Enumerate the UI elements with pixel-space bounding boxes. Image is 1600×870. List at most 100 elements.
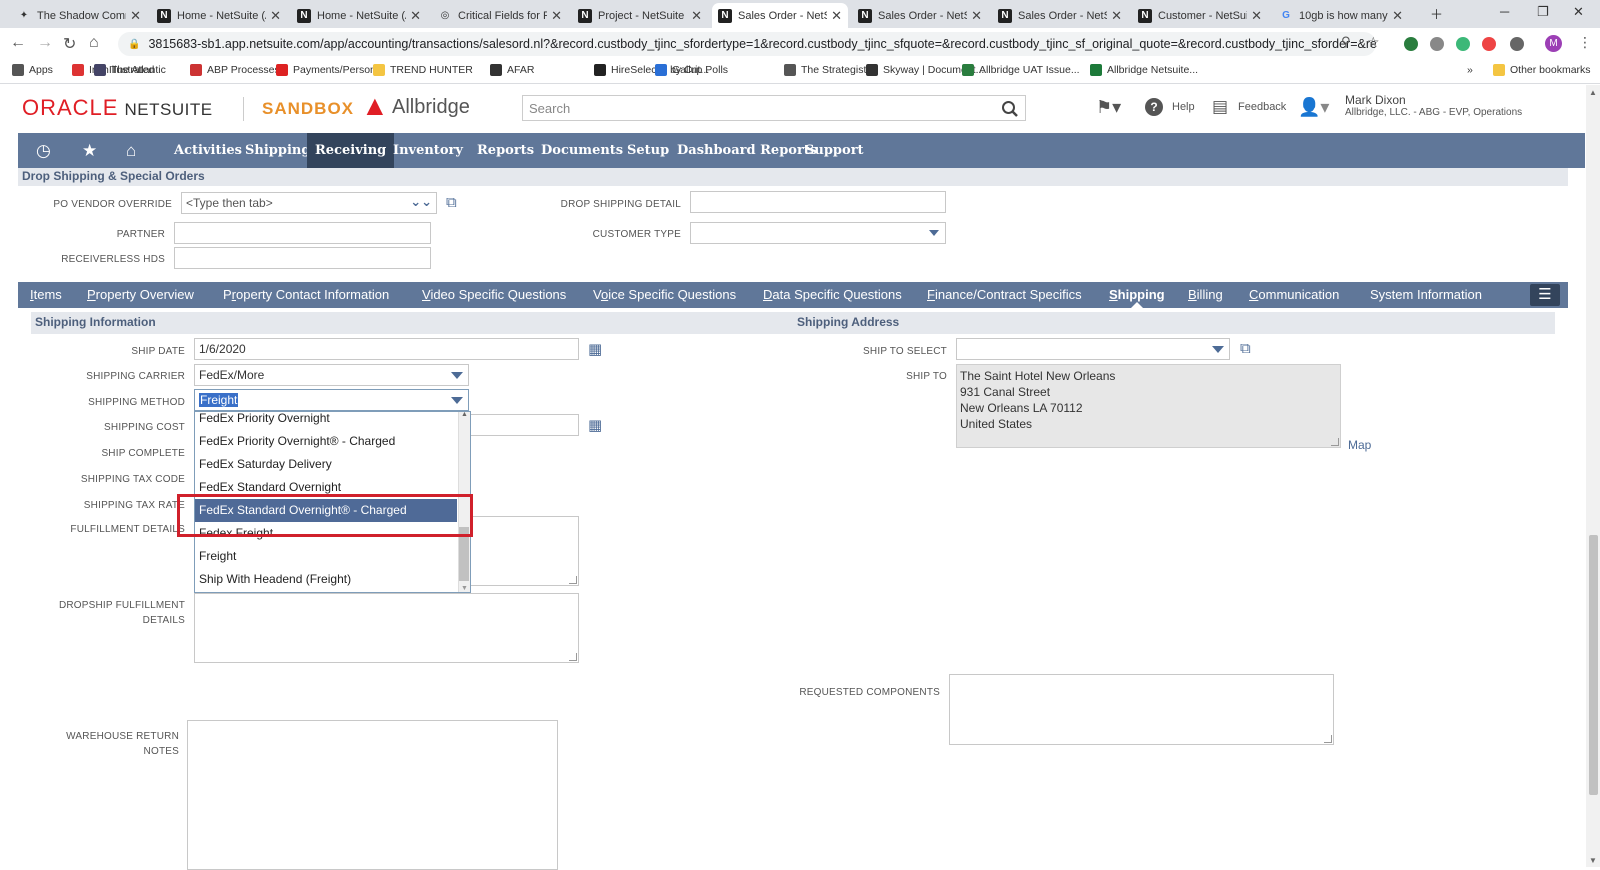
nav-item-inventory[interactable]: Inventory — [385, 133, 471, 168]
bookmark-item[interactable]: Apps — [12, 64, 53, 76]
browser-tab[interactable]: G 10gb is how many ✕ — [1273, 3, 1409, 28]
back-icon[interactable]: ← — [10, 34, 26, 52]
bookmark-star-icon[interactable]: ☆ — [1367, 34, 1380, 51]
po-vendor-override-input[interactable]: <Type then tab> ⌄⌄ — [181, 192, 437, 214]
nav-item-receiving[interactable]: Receiving — [307, 133, 395, 168]
open-link-icon[interactable]: ⧉ — [1240, 340, 1251, 357]
resize-grip-icon[interactable] — [1331, 438, 1339, 446]
tab-video-specific-questions[interactable]: Video Specific Questions — [422, 287, 566, 302]
chevron-down-icon[interactable] — [451, 372, 463, 379]
home-icon[interactable]: ⌂ — [89, 34, 99, 52]
tab-items[interactable]: Items — [30, 287, 62, 302]
extension-icon[interactable] — [1482, 37, 1496, 51]
close-tab-icon[interactable]: ✕ — [130, 8, 141, 24]
warehouse-return-notes-textarea[interactable] — [187, 720, 558, 870]
tab-property-overview[interactable]: Property Overview — [87, 287, 194, 302]
open-link-icon[interactable]: ⧉ — [446, 194, 457, 211]
user-role[interactable]: Allbridge, LLC. - ABG - EVP, Operations — [1345, 107, 1522, 118]
close-tab-icon[interactable]: ✕ — [1251, 8, 1262, 24]
bookmark-item[interactable]: Gallup Polls — [655, 64, 728, 76]
tab-shipping[interactable]: Shipping — [1109, 287, 1165, 302]
browser-tab[interactable]: ◎ Critical Fields for Fi ✕ — [432, 3, 568, 28]
dropdown-option[interactable]: Freight — [195, 545, 457, 568]
zoom-icon[interactable]: ⚲ — [1341, 34, 1351, 50]
close-tab-icon[interactable]: ✕ — [1392, 8, 1403, 24]
bookmarks-overflow-icon[interactable]: » — [1467, 64, 1473, 76]
partner-input[interactable] — [174, 222, 431, 244]
extension-icon[interactable] — [1404, 37, 1418, 51]
menu-icon[interactable]: ⋮ — [1578, 34, 1592, 51]
customer-type-select[interactable] — [690, 222, 946, 244]
browser-tab[interactable]: N Home - NetSuite (A ✕ — [151, 3, 287, 28]
chevron-down-icon[interactable] — [929, 230, 939, 236]
dropdown-option[interactable]: FedEx Saturday Delivery — [195, 453, 457, 476]
drop-shipping-detail-input[interactable] — [690, 191, 946, 213]
close-tab-icon[interactable]: ✕ — [410, 8, 421, 24]
close-tab-icon[interactable]: ✕ — [1111, 8, 1122, 24]
tab-billing[interactable]: Billing — [1188, 287, 1223, 302]
extension-icon[interactable] — [1430, 37, 1444, 51]
restore-icon[interactable]: ❐ — [1537, 4, 1549, 20]
ship-date-input[interactable]: 1/6/2020 — [194, 338, 579, 360]
browser-tab[interactable]: N Sales Order - NetSu ✕ — [712, 3, 848, 28]
bookmark-item[interactable]: Allbridge Netsuite... — [1090, 64, 1198, 76]
tab-data-specific-questions[interactable]: Data Specific Questions — [763, 287, 902, 302]
recent-records-icon[interactable]: ⚑▾ — [1096, 97, 1121, 118]
scroll-up-icon[interactable]: ▲ — [1589, 88, 1597, 97]
tab-voice-specific-questions[interactable]: Voice Specific Questions — [593, 287, 736, 302]
page-scroll-thumb[interactable] — [1589, 535, 1598, 795]
tab-system-information[interactable]: System Information — [1370, 287, 1482, 302]
tab-property-contact-information[interactable]: Property Contact Information — [223, 287, 389, 302]
nav-item-support[interactable]: Support — [797, 133, 872, 168]
bookmark-item[interactable]: AFAR — [490, 64, 534, 76]
requested-components-textarea[interactable] — [949, 674, 1334, 745]
browser-tab[interactable]: N Customer - NetSuit ✕ — [1132, 3, 1268, 28]
help-link[interactable]: Help — [1172, 101, 1195, 113]
map-link[interactable]: Map — [1348, 438, 1371, 452]
browser-tab[interactable]: N Home - NetSuite (A ✕ — [291, 3, 427, 28]
extension-icon[interactable] — [1456, 37, 1470, 51]
close-tab-icon[interactable]: ✕ — [971, 8, 982, 24]
user-name[interactable]: Mark Dixon — [1345, 93, 1406, 107]
chevron-down-icon[interactable] — [1212, 346, 1224, 353]
chevron-down-icon[interactable] — [451, 397, 463, 404]
other-bookmarks[interactable]: Other bookmarks — [1493, 64, 1591, 76]
subtab-menu-icon[interactable]: ☰ — [1530, 284, 1560, 306]
oracle-netsuite-logo[interactable]: ORACLE NETSUITE — [22, 95, 213, 121]
calendar-icon[interactable]: ▦ — [588, 340, 602, 358]
extension-icon[interactable] — [1510, 37, 1524, 51]
new-tab-button[interactable]: ＋ — [1430, 4, 1443, 23]
search-icon[interactable] — [1001, 100, 1019, 118]
bookmark-item[interactable]: Allbridge UAT Issue... — [962, 64, 1080, 76]
favorites-star-icon[interactable]: ★ — [82, 141, 97, 161]
close-tab-icon[interactable]: ✕ — [691, 8, 702, 24]
tab-communication[interactable]: Communication — [1249, 287, 1339, 302]
close-window-icon[interactable]: ✕ — [1573, 4, 1584, 20]
ship-to-address[interactable]: The Saint Hotel New Orleans 931 Canal St… — [956, 364, 1341, 448]
browser-tab[interactable]: ✦ The Shadow Comm ✕ — [11, 3, 147, 28]
shipping-carrier-select[interactable]: FedEx/More — [194, 364, 469, 386]
feedback-link[interactable]: Feedback — [1238, 101, 1286, 113]
profile-avatar[interactable]: M — [1545, 35, 1562, 52]
forward-icon[interactable]: → — [37, 34, 53, 52]
bookmark-item[interactable]: The Strategist — [784, 64, 866, 76]
user-avatar-icon[interactable]: 👤▾ — [1298, 97, 1329, 118]
resize-grip-icon[interactable] — [569, 653, 577, 661]
close-tab-icon[interactable]: ✕ — [270, 8, 281, 24]
scroll-down-icon[interactable]: ▼ — [1589, 856, 1597, 865]
shipping-method-select[interactable]: Freight — [194, 389, 469, 411]
dropdown-option[interactable]: FedEx Priority Overnight® - Charged — [195, 430, 457, 453]
close-tab-icon[interactable]: ✕ — [831, 8, 842, 24]
reload-icon[interactable]: ↻ — [63, 34, 76, 54]
ship-to-select[interactable] — [956, 338, 1230, 360]
calculator-icon[interactable]: ▦ — [588, 416, 602, 434]
tab-finance-contract-specifics[interactable]: Finance/Contract Specifics — [927, 287, 1082, 302]
bookmark-item[interactable]: The Atlantic — [94, 64, 166, 76]
address-bar[interactable]: 🔒 3815683-sb1.app.netsuite.com/app/accou… — [118, 32, 1376, 56]
feedback-icon[interactable]: ▤ — [1212, 97, 1228, 117]
scroll-down-icon[interactable]: ▼ — [461, 585, 468, 592]
dropdown-option[interactable]: Ship With Headend (Freight) — [195, 568, 457, 591]
browser-tab[interactable]: N Sales Order - NetSu ✕ — [992, 3, 1128, 28]
close-tab-icon[interactable]: ✕ — [551, 8, 562, 24]
dropship-fulfillment-textarea[interactable] — [194, 593, 579, 663]
